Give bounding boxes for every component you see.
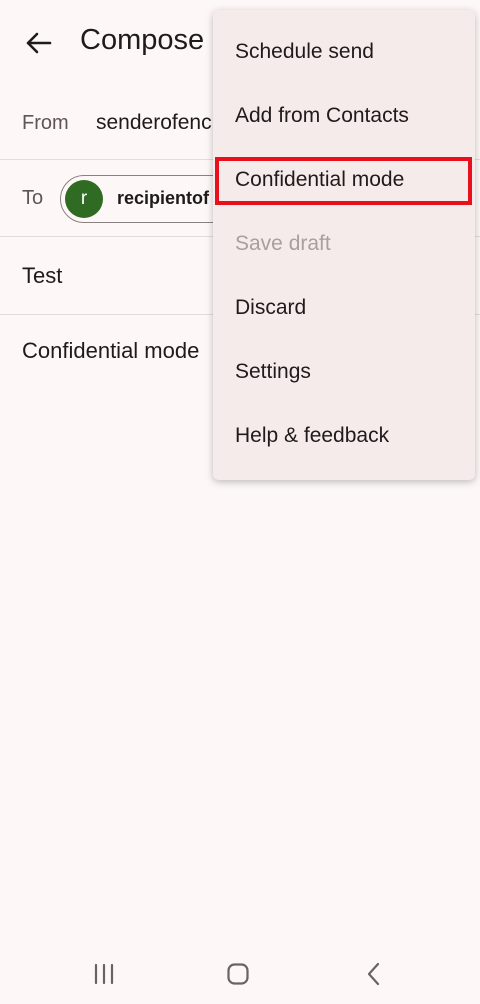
system-navigation-bar: [0, 940, 480, 1004]
menu-item-discard[interactable]: Discard: [213, 276, 475, 340]
menu-item-save-draft: Save draft: [235, 232, 331, 255]
body-field[interactable]: Confidential mode: [22, 338, 199, 364]
to-label: To: [22, 187, 44, 209]
from-value[interactable]: senderofenc: [96, 111, 212, 135]
avatar: r: [65, 180, 103, 218]
menu-item-schedule-send[interactable]: Schedule send: [213, 20, 475, 84]
page-title: Compose: [80, 24, 205, 56]
arrow-left-icon[interactable]: [18, 25, 58, 61]
recents-icon[interactable]: [80, 954, 128, 994]
subject-field[interactable]: Test: [22, 263, 62, 289]
menu-item-add-from-contacts[interactable]: Add from Contacts: [213, 84, 475, 148]
recipient-text: recipientof: [117, 188, 210, 208]
menu-item-help-feedback[interactable]: Help & feedback: [213, 404, 475, 468]
home-icon[interactable]: [214, 954, 262, 994]
menu-item-settings[interactable]: Settings: [213, 340, 475, 404]
compose-screen: Compose From senderofenc To r recipiento…: [0, 0, 480, 1004]
back-icon[interactable]: [350, 954, 398, 994]
menu-item-confidential-mode[interactable]: Confidential mode: [213, 148, 475, 212]
overflow-menu: Schedule send Add from Contacts Confiden…: [213, 10, 475, 480]
from-label: From: [22, 112, 69, 134]
